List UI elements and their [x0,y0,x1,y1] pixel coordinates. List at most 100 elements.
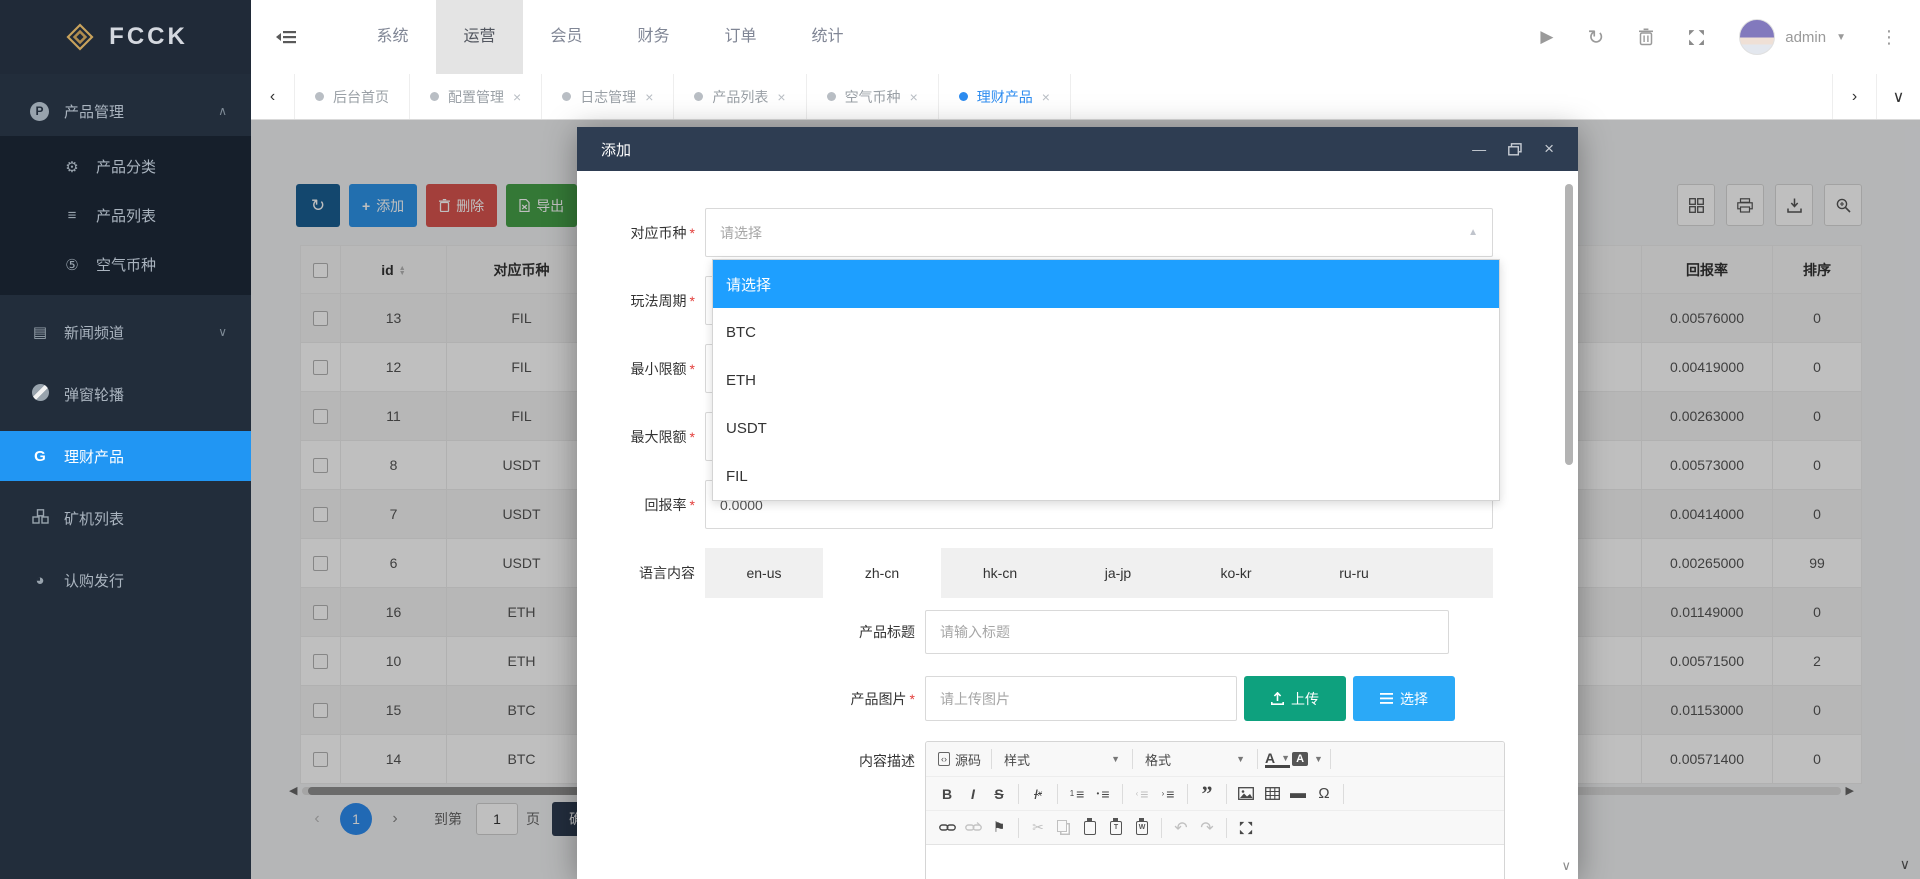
menu-system[interactable]: 系统 [349,0,436,74]
image-button[interactable] [1234,782,1258,806]
menu-stats[interactable]: 统计 [784,0,871,74]
tab-dot [959,92,968,101]
anchor-flag-button[interactable]: ⚑ [987,816,1011,840]
sidebar-item-news-channel[interactable]: ▤ 新闻频道 ∨ [0,307,251,357]
sidebar-item-air-coin[interactable]: ⑤ 空气币种 [0,240,251,289]
link-button[interactable] [935,816,959,840]
text-color-button[interactable]: A▼ [1265,750,1290,768]
close-icon[interactable]: × [1544,139,1554,159]
unlink-button[interactable] [961,816,985,840]
source-icon: ‹› [938,752,950,766]
tabbar: ‹ 后台首页 配置管理 × 日志管理 × 产品列表 × 空气币种 × 理财产品 [251,74,1920,120]
bullet-list-button[interactable]: •≡ [1091,782,1115,806]
language-tabs: en-us zh-cn hk-cn ja-jp ko-kr ru-ru [705,548,1493,598]
close-icon[interactable]: × [910,89,918,105]
outdent-button[interactable]: ‹≡ [1130,782,1154,806]
lang-tab-ru-ru[interactable]: ru-ru [1295,548,1413,598]
lang-tab-zh-cn[interactable]: zh-cn [823,548,941,598]
play-icon[interactable]: ▶ [1540,27,1553,47]
special-char-button[interactable]: Ω [1312,782,1336,806]
option-fil[interactable]: FIL [713,452,1499,500]
remove-format-button[interactable]: Ix [1026,782,1050,806]
trash-icon[interactable] [1638,28,1654,46]
bg-color-button[interactable]: A▼ [1292,747,1323,771]
period-label: 玩法周期* [577,291,705,311]
coin-dropdown: 请选择 BTC ETH USDT FIL [712,259,1500,501]
sidebar-item-miner-list[interactable]: 矿机列表 [0,493,251,543]
coin-select[interactable]: 请选择 ▲ [705,208,1493,257]
source-button[interactable]: ‹›源码 [934,750,985,769]
upload-button[interactable]: 上传 [1244,676,1346,721]
option-eth[interactable]: ETH [713,356,1499,404]
top-menu: 系统 运营 会员 财务 订单 统计 [349,0,871,74]
option-placeholder[interactable]: 请选择 [713,260,1499,308]
more-dots-icon[interactable]: ⋮ [1880,27,1898,48]
g-letter-icon: G [30,448,50,465]
lang-tab-en-us[interactable]: en-us [705,548,823,598]
choose-button[interactable]: 选择 [1353,676,1455,721]
sidebar-item-product-category[interactable]: ⚙ 产品分类 [0,142,251,191]
sidebar-item-product-list[interactable]: ≡ 产品列表 [0,191,251,240]
paste-button[interactable] [1078,816,1102,840]
modal-scroll-down-icon[interactable]: ∨ [1561,858,1571,874]
refresh-icon[interactable]: ↻ [1587,25,1604,50]
minimize-icon[interactable]: — [1472,141,1486,157]
restore-icon[interactable] [1508,143,1522,156]
menu-operation[interactable]: 运营 [436,0,523,74]
dialog-header[interactable]: 添加 — × [577,127,1578,171]
paste-word-button[interactable]: W [1130,816,1154,840]
hr-button[interactable]: ▬ [1286,782,1310,806]
lang-tab-hk-cn[interactable]: hk-cn [941,548,1059,598]
format-combo[interactable]: 格式▼ [1139,750,1251,769]
lang-tab-ja-jp[interactable]: ja-jp [1059,548,1177,598]
close-icon[interactable]: × [777,89,785,105]
tab-finance-product[interactable]: 理财产品 × [939,74,1071,119]
redo-button[interactable]: ↷ [1195,816,1219,840]
strike-button[interactable]: S [987,782,1011,806]
sidebar-item-finance-product[interactable]: G 理财产品 [0,431,251,481]
modal-scrollbar-thumb[interactable] [1565,184,1573,465]
tabs-dropdown-icon[interactable]: ∨ [1876,74,1920,119]
option-usdt[interactable]: USDT [713,404,1499,452]
product-image-input[interactable] [925,676,1237,721]
styles-combo[interactable]: 样式▼ [998,750,1126,769]
tab-logs[interactable]: 日志管理 × [542,74,674,119]
table-button[interactable] [1260,782,1284,806]
tab-config[interactable]: 配置管理 × [410,74,542,119]
bold-button[interactable]: B [935,782,959,806]
brand-logo[interactable]: FCCK [0,0,251,74]
menu-order[interactable]: 订单 [697,0,784,74]
chevron-down-icon: ∨ [218,325,227,339]
editor-content[interactable] [926,844,1504,879]
cut-button[interactable]: ✂ [1026,816,1050,840]
user-menu[interactable]: admin ▼ [1739,19,1846,55]
tab-home[interactable]: 后台首页 [295,74,410,119]
menu-member[interactable]: 会员 [523,0,610,74]
close-icon[interactable]: × [1042,89,1050,105]
sidebar-group-product-mgmt[interactable]: P 产品管理 ∧ [0,86,251,136]
copy-button[interactable] [1052,816,1076,840]
tabs-scroll-right-icon[interactable]: › [1832,74,1876,119]
lang-tab-ko-kr[interactable]: ko-kr [1177,548,1295,598]
tab-air-coin[interactable]: 空气币种 × [807,74,939,119]
paste-text-button[interactable]: T [1104,816,1128,840]
undo-button[interactable]: ↶ [1169,816,1193,840]
close-icon[interactable]: × [513,89,521,105]
tab-product-list[interactable]: 产品列表 × [674,74,806,119]
italic-button[interactable]: I [961,782,985,806]
fullscreen-icon[interactable] [1688,29,1705,46]
sidebar-item-subscription-issue[interactable]: ◕ 认购发行 [0,555,251,605]
close-icon[interactable]: × [645,89,653,105]
collapse-menu-icon[interactable] [251,29,321,45]
indent-button[interactable]: ›≡ [1156,782,1180,806]
product-title-input[interactable] [925,610,1449,654]
option-btc[interactable]: BTC [713,308,1499,356]
menu-finance[interactable]: 财务 [610,0,697,74]
blockquote-button[interactable]: ” [1195,782,1219,806]
tab-dot [562,92,571,101]
tabs-scroll-left-icon[interactable]: ‹ [251,74,295,119]
username: admin [1785,29,1826,46]
ordered-list-button[interactable]: 1≡ [1065,782,1089,806]
sidebar-item-popup-carousel[interactable]: 弹窗轮播 [0,369,251,419]
maximize-button[interactable] [1234,816,1258,840]
